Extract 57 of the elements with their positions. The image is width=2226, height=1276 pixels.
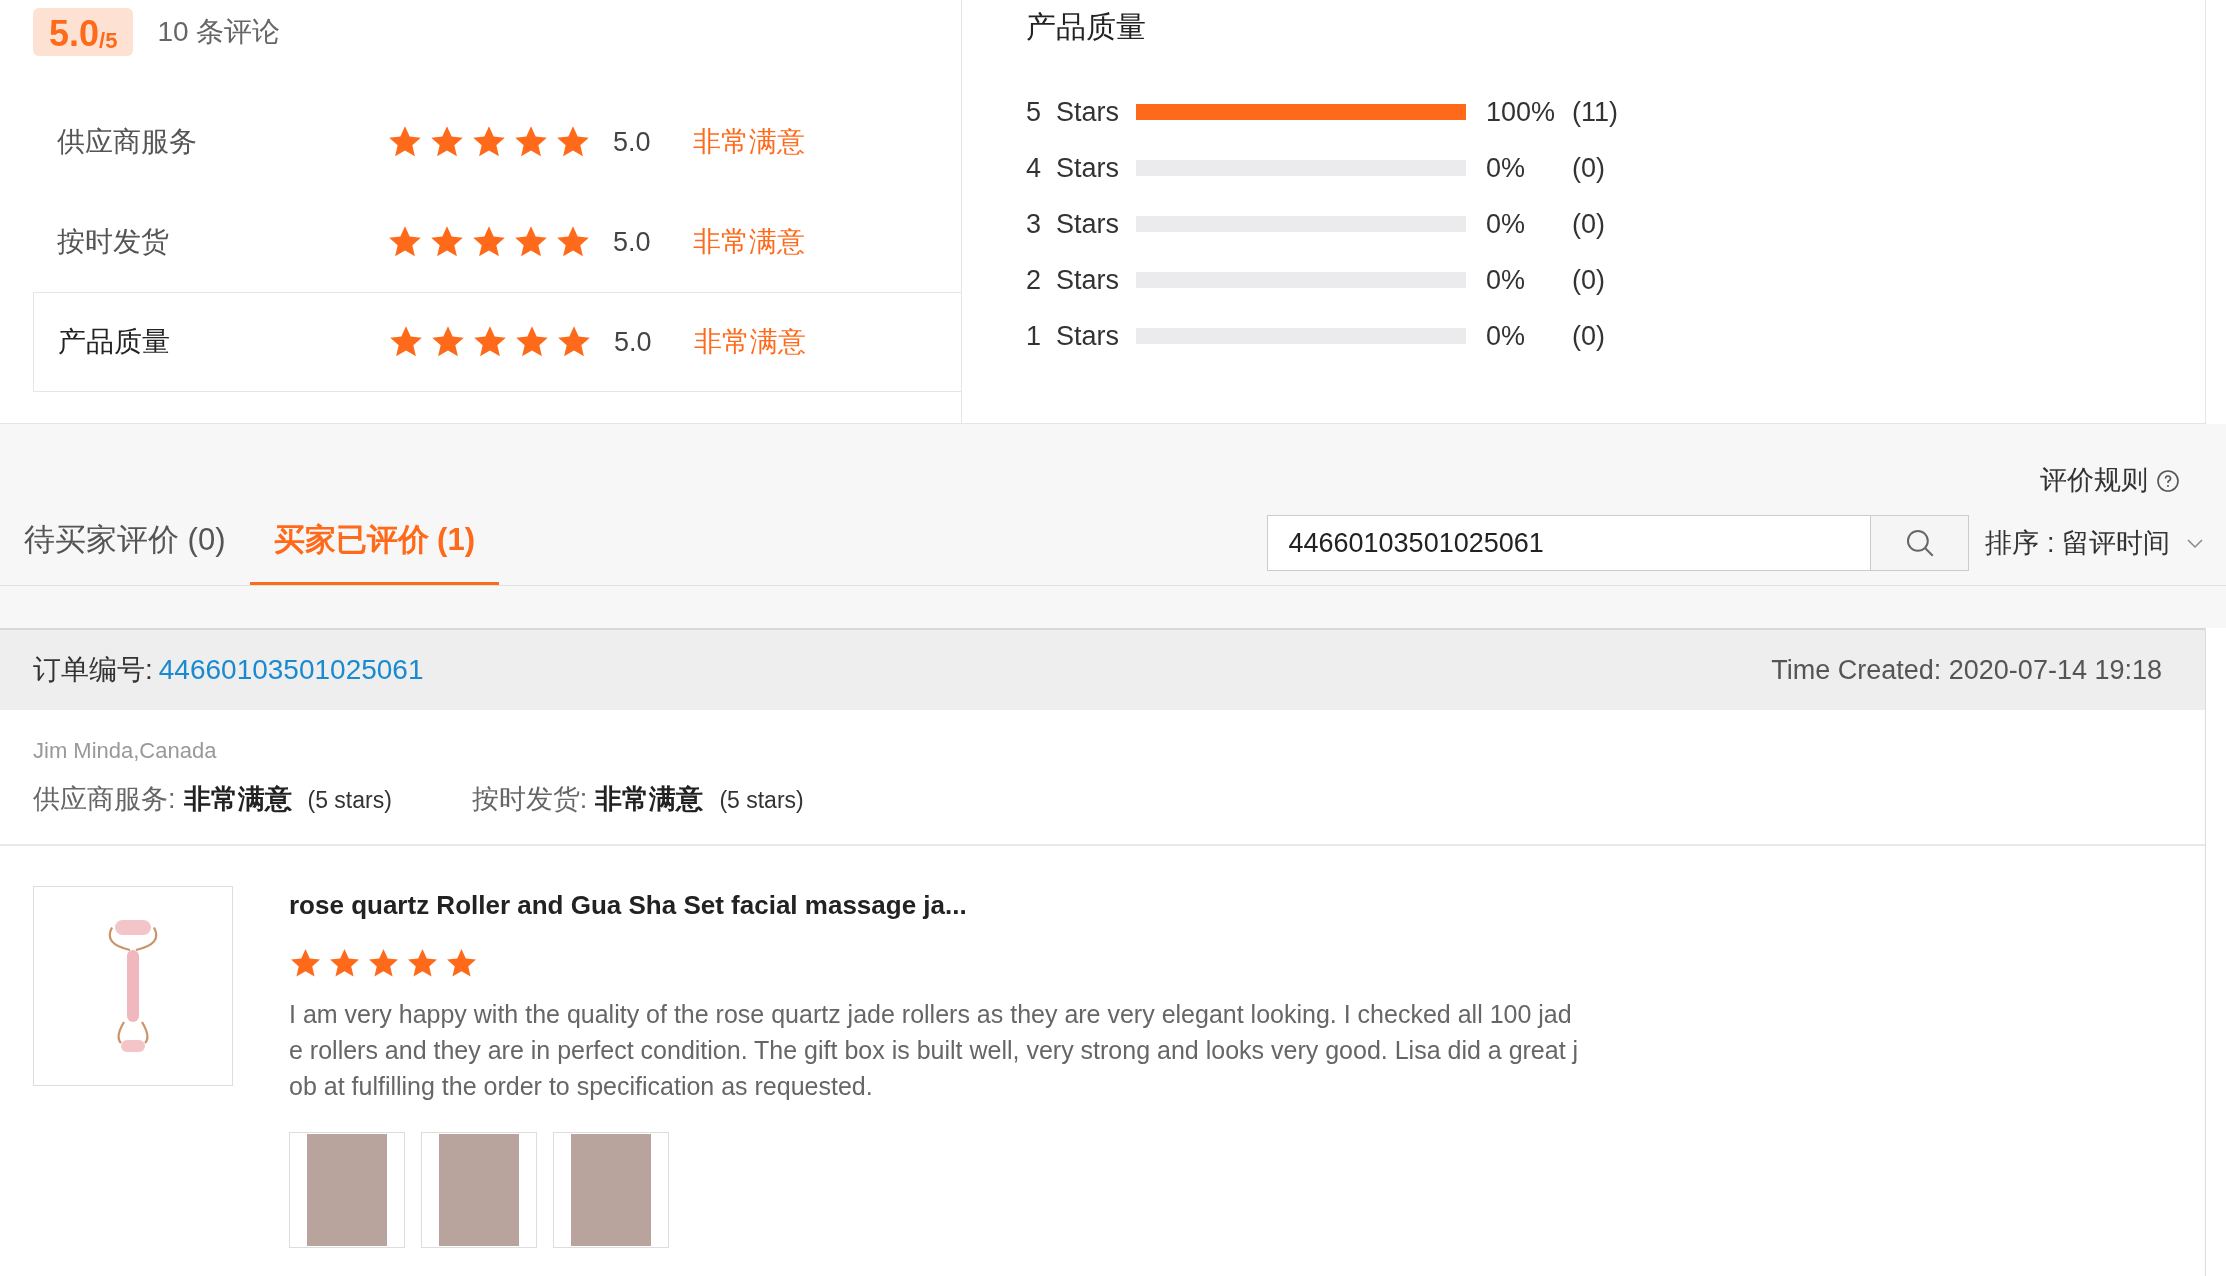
rating-label: 按时发货: bbox=[471, 783, 588, 816]
rating-label: 供应商服务: bbox=[33, 783, 176, 816]
star-icon bbox=[406, 947, 439, 980]
buyer-name: Jim Minda,Canada bbox=[33, 737, 218, 765]
sort-dropdown[interactable]: 排序 : 留评时间 bbox=[1985, 522, 2204, 564]
count-text: (11) bbox=[1572, 95, 1618, 129]
percent-text: 0% bbox=[1486, 263, 1527, 297]
distribution-title: 产品质量 bbox=[1026, 9, 1147, 45]
percent-text: 0% bbox=[1486, 207, 1527, 241]
score-text: 5.0 bbox=[49, 16, 100, 52]
order-label: 订单编号: bbox=[33, 653, 153, 687]
search-field[interactable]: 44660103501025061 bbox=[1267, 515, 1872, 571]
rating-score: 5.0 bbox=[614, 325, 653, 359]
star-icon bbox=[289, 947, 322, 980]
count-text: (0) bbox=[1572, 207, 1605, 241]
rating-label: 产品质量 bbox=[58, 325, 171, 359]
count-text: (0) bbox=[1572, 151, 1605, 185]
caret-icon bbox=[2186, 537, 2204, 549]
star-level-label: 4 Stars bbox=[1026, 151, 1121, 185]
percent-text: 0% bbox=[1486, 151, 1527, 185]
star-level-label: 5 Stars bbox=[1026, 95, 1121, 129]
percent-text: 100% bbox=[1486, 95, 1557, 129]
star-icon bbox=[367, 947, 400, 980]
order-time: Time Created: 2020-07-14 19:18 bbox=[1771, 653, 2163, 687]
star-level-label: 1 Stars bbox=[1026, 319, 1121, 353]
tab[interactable]: 待买家评价 (0) bbox=[0, 499, 250, 585]
review-text: I am very happy with the quality of the rose quartz jade rollers as they are very elegant looking. I checked all 100 jade rollers and they are in perfect condition. The gift box is built well, very strong and looks very good. Lisa did a great job at fulfilling the order to specification as requested. bbox=[289, 999, 1579, 1102]
star-level-label: 3 Stars bbox=[1026, 207, 1121, 241]
rating-row[interactable]: 供应商服务 5.0 非常满意 bbox=[33, 92, 961, 192]
star-icon bbox=[328, 947, 361, 980]
rating-label: 按时发货 bbox=[57, 225, 170, 259]
help-icon bbox=[2156, 468, 2180, 493]
stars-count: (5 stars) bbox=[307, 786, 392, 815]
rating-score: 5.0 bbox=[613, 125, 652, 159]
rating-row[interactable]: 产品质量 5.0 非常满意 bbox=[33, 292, 961, 392]
rating-verdict: 非常满意 bbox=[694, 325, 806, 359]
search-button[interactable] bbox=[1871, 515, 1970, 571]
rating-verdict: 非常满意 bbox=[693, 225, 805, 259]
rating-verdict: 非常满意 bbox=[693, 125, 805, 159]
rating-score: 5.0 bbox=[613, 225, 652, 259]
photo-thumbnail[interactable] bbox=[421, 1132, 537, 1248]
photo-thumbnail[interactable] bbox=[289, 1132, 405, 1248]
rating-row[interactable]: 按时发货 5.0 非常满意 bbox=[33, 192, 961, 292]
stars-count: (5 stars) bbox=[719, 786, 804, 815]
score-max-text: /5 bbox=[99, 30, 118, 52]
rating-label: 供应商服务 bbox=[57, 125, 198, 159]
photo-thumbnail[interactable] bbox=[553, 1132, 669, 1248]
star-level-label: 2 Stars bbox=[1026, 263, 1121, 297]
count-text: (0) bbox=[1572, 263, 1605, 297]
percent-text: 0% bbox=[1486, 319, 1527, 353]
count-text: (0) bbox=[1572, 319, 1605, 353]
rating-verdict: 非常满意 bbox=[183, 783, 292, 816]
star-icon bbox=[445, 947, 478, 980]
product-title[interactable]: rose quartz Roller and Gua Sha Set facial massage ja... bbox=[289, 886, 1609, 925]
rules-link[interactable]: 评价规则 bbox=[2040, 462, 2180, 499]
rating-verdict: 非常满意 bbox=[595, 783, 704, 816]
review-count: 10 条评论 bbox=[157, 15, 281, 49]
